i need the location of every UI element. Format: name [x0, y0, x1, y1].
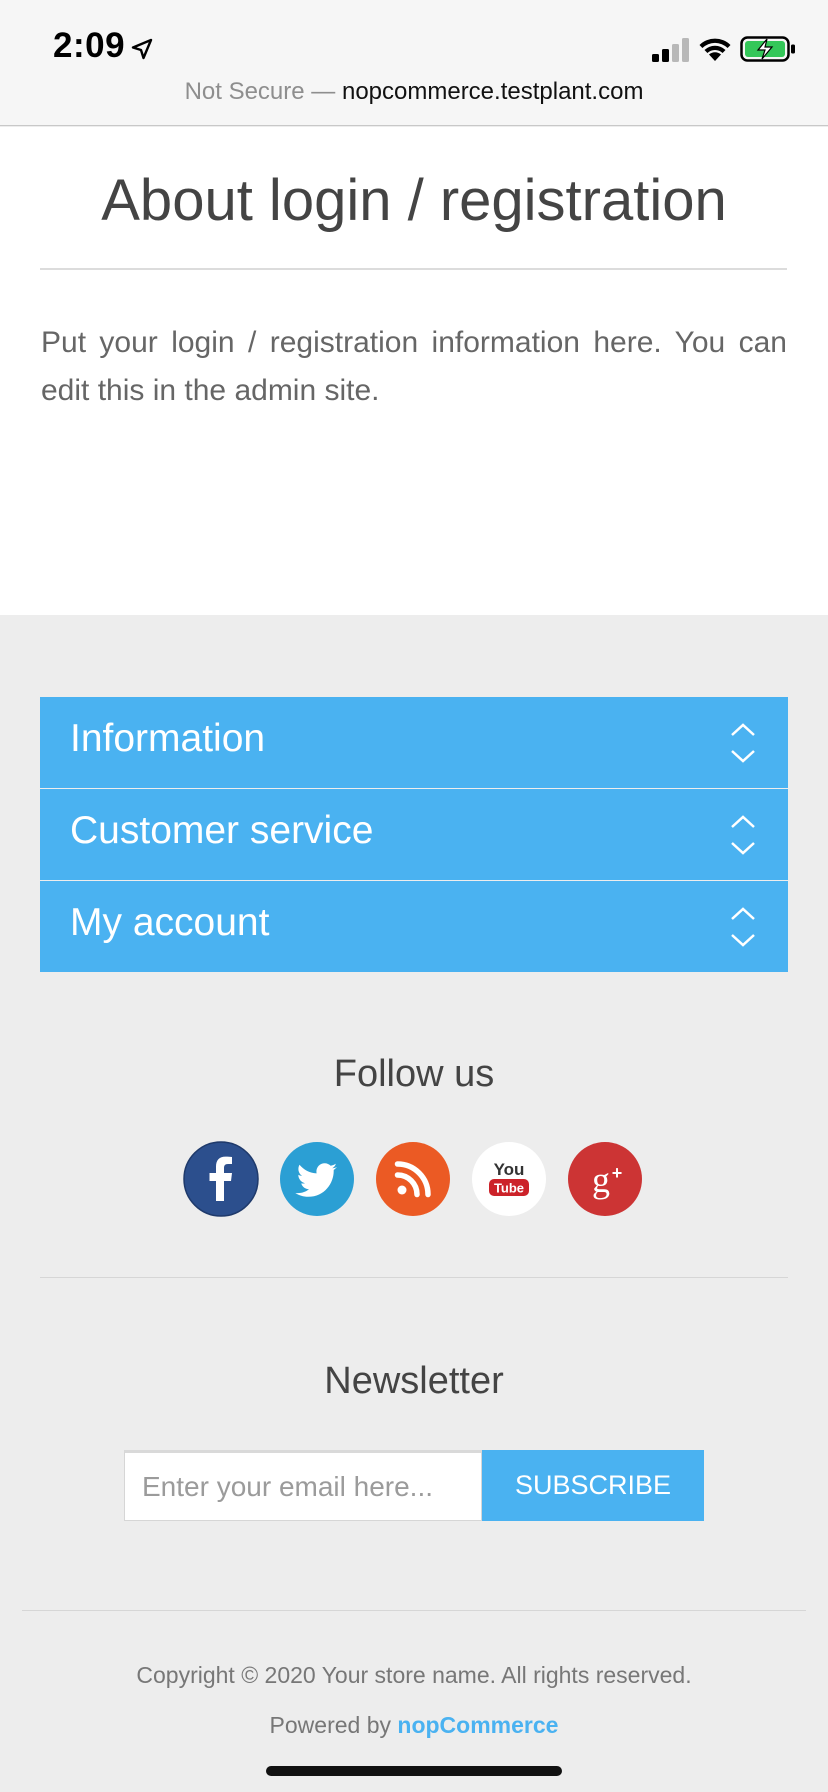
svg-text:You: You	[494, 1160, 525, 1179]
facebook-icon[interactable]	[183, 1141, 259, 1217]
battery-charging-icon	[740, 36, 795, 62]
accordion-customer-service[interactable]: Customer service	[40, 789, 788, 880]
newsletter-heading: Newsletter	[324, 1360, 504, 1402]
accordion-label: Information	[70, 717, 266, 760]
cellular-signal-icon	[652, 38, 689, 62]
location-arrow-icon	[131, 38, 153, 60]
svg-text:g: g	[592, 1160, 610, 1200]
powered-by-prefix: Powered by	[269, 1712, 398, 1738]
nopcommerce-link[interactable]: nopCommerce	[397, 1712, 558, 1738]
status-bar: 2:09 Not Secure — nopcommerce.testplant.…	[0, 0, 828, 126]
powered-by: Powered by nopCommerce	[0, 1712, 828, 1739]
rss-icon[interactable]	[375, 1141, 451, 1217]
accordion-label: Customer service	[70, 809, 374, 852]
wifi-icon	[699, 38, 731, 61]
main-content: About login / registration Put your logi…	[0, 127, 828, 615]
footer-accordion: Information Customer service My account	[40, 697, 788, 973]
google-plus-icon[interactable]: g +	[567, 1141, 643, 1217]
chevron-up-down-icon	[731, 815, 755, 855]
follow-us-heading: Follow us	[333, 1053, 495, 1095]
twitter-icon[interactable]	[279, 1141, 355, 1217]
security-label: Not Secure	[184, 78, 305, 105]
footer-bottom-divider	[22, 1610, 806, 1611]
accordion-label: My account	[70, 901, 270, 944]
status-time: 2:09	[53, 26, 126, 65]
chevron-up-down-icon	[731, 907, 755, 947]
copyright-text: Copyright © 2020 Your store name. All ri…	[136, 1662, 692, 1688]
footer-divider	[40, 1277, 788, 1278]
accordion-my-account[interactable]: My account	[40, 881, 788, 972]
accordion-information[interactable]: Information	[40, 697, 788, 788]
chevron-up-down-icon	[731, 723, 755, 763]
url-separator: —	[304, 78, 342, 105]
youtube-icon[interactable]: You Tube	[471, 1141, 547, 1217]
newsletter-email-input[interactable]	[124, 1450, 482, 1521]
page-title: About login / registration	[101, 168, 727, 233]
title-divider	[40, 268, 787, 270]
url-host: nopcommerce.testplant.com	[341, 78, 644, 105]
svg-text:Tube: Tube	[494, 1181, 524, 1196]
subscribe-button[interactable]: SUBSCRIBE	[482, 1450, 704, 1521]
svg-text:+: +	[612, 1163, 623, 1183]
address-bar[interactable]: Not Secure — nopcommerce.testplant.com	[0, 78, 828, 106]
home-indicator[interactable]	[266, 1766, 562, 1776]
page-body-text: Put your login / registration informatio…	[41, 326, 787, 407]
